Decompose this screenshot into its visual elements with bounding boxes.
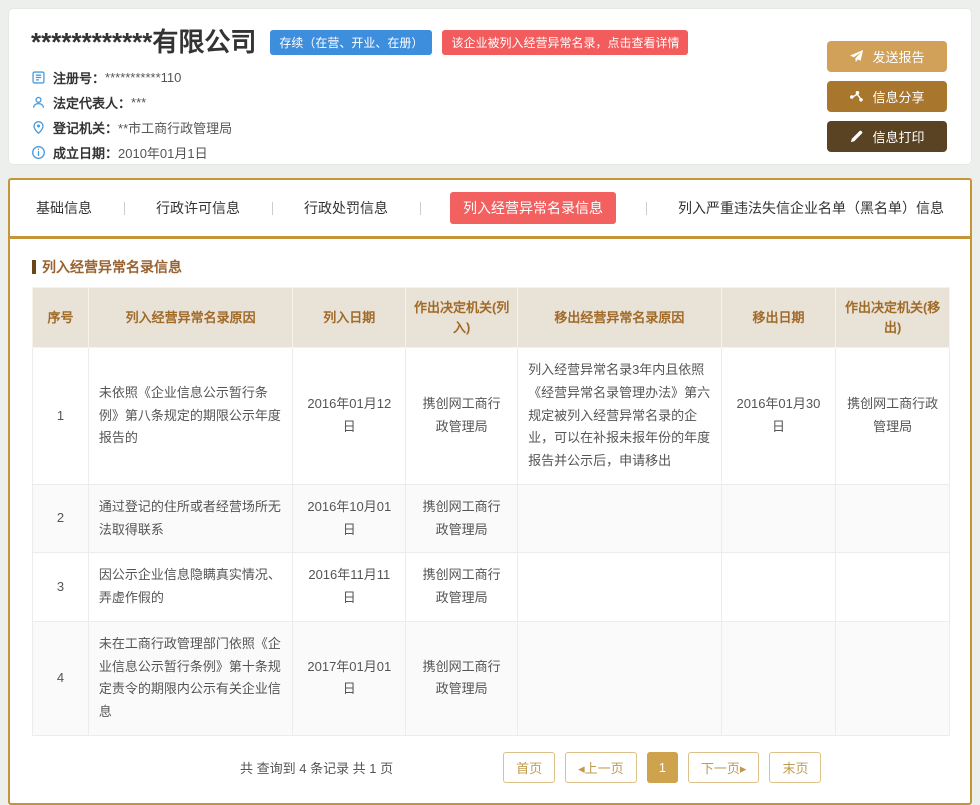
- info-label: 成立日期：: [53, 143, 118, 162]
- tab-bar: 基础信息 行政许可信息 行政处罚信息 列入经营异常名录信息 列入严重违法失信企业名单（黑…: [10, 180, 970, 239]
- table-cell: 未在工商行政管理部门依照《企业信息公示暂行条例》第十条规定责令的期限内公示有关企…: [88, 621, 293, 735]
- company-info-row: 注册号：***********110: [31, 65, 827, 90]
- table-cell: 携创网工商行政管理局: [406, 621, 518, 735]
- page-number-button[interactable]: 1: [647, 752, 678, 783]
- table-cell: 2016年10月01日: [293, 484, 406, 553]
- print-info-button[interactable]: 信息打印: [827, 121, 947, 152]
- table-row: 2通过登记的住所或者经营场所无法取得联系2016年10月01日携创网工商行政管理…: [33, 484, 950, 553]
- tab-0[interactable]: 基础信息: [34, 192, 94, 224]
- abnormal-warning-badge[interactable]: 该企业被列入经营异常名录，点击查看详情: [442, 30, 688, 55]
- status-badge: 存续（在营、开业、在册）: [270, 30, 432, 55]
- section-title-row: 列入经营异常名录信息: [32, 257, 948, 277]
- table-row: 4未在工商行政管理部门依照《企业信息公示暂行条例》第十条规定责令的期限内公示有关…: [33, 621, 950, 735]
- table-cell: [721, 621, 836, 735]
- table-header-cell: 作出决定机关(移出): [836, 288, 950, 348]
- tab-4[interactable]: 列入严重违法失信企业名单（黑名单）信息: [676, 192, 946, 224]
- table-header-cell: 序号: [33, 288, 89, 348]
- last-page-button[interactable]: 末页: [769, 752, 821, 783]
- table-cell: [721, 484, 836, 553]
- table-cell: 通过登记的住所或者经营场所无法取得联系: [88, 484, 293, 553]
- table-cell: [836, 553, 950, 622]
- info-label: 登记机关：: [53, 118, 118, 137]
- tab-3-active[interactable]: 列入经营异常名录信息: [450, 192, 616, 224]
- company-header-card: ************有限公司 存续（在营、开业、在册） 该企业被列入经营异常…: [8, 8, 972, 165]
- company-info-row: 法定代表人：***: [31, 90, 827, 115]
- prev-page-button[interactable]: ◂上一页: [565, 752, 637, 783]
- info-value: ***: [131, 95, 146, 110]
- tab-1[interactable]: 行政许可信息: [154, 192, 242, 224]
- section-title: 列入经营异常名录信息: [42, 257, 182, 277]
- info-value: **市工商行政管理局: [118, 118, 232, 137]
- table-header-cell: 移出日期: [721, 288, 836, 348]
- table-cell: [518, 621, 722, 735]
- table-cell: 携创网工商行政管理局: [836, 348, 950, 485]
- table-footer: 共 查询到 4 条记录 共 1 页 首页 ◂上一页 1 下一页▸ 末页: [10, 736, 970, 803]
- company-info-row: 成立日期：2010年01月1日: [31, 140, 827, 165]
- table-cell: [836, 484, 950, 553]
- tab-separator: [646, 202, 647, 215]
- table-header-cell: 移出经营异常名录原因: [518, 288, 722, 348]
- table-header-cell: 作出决定机关(列入): [406, 288, 518, 348]
- info-label: 法定代表人：: [53, 93, 131, 112]
- action-button-label: 发送报告: [872, 47, 924, 66]
- table-cell: 携创网工商行政管理局: [406, 348, 518, 485]
- table-header-row: 序号列入经营异常名录原因列入日期作出决定机关(列入)移出经营异常名录原因移出日期…: [33, 288, 950, 348]
- table-header-cell: 列入日期: [293, 288, 406, 348]
- table-cell: 携创网工商行政管理局: [406, 484, 518, 553]
- table-cell: [836, 621, 950, 735]
- info-label: 注册号：: [53, 68, 105, 87]
- company-info-list: 注册号：***********110法定代表人：***登记机关：**市工商行政管…: [31, 65, 827, 165]
- table-cell: 4: [33, 621, 89, 735]
- tab-2[interactable]: 行政处罚信息: [302, 192, 390, 224]
- tab-separator: [420, 202, 421, 215]
- send-report-button[interactable]: 发送报告: [827, 41, 947, 72]
- info-icon: [31, 145, 46, 160]
- share-icon: [849, 89, 864, 104]
- print-icon: [849, 129, 864, 144]
- table-cell: 2017年01月01日: [293, 621, 406, 735]
- record-summary: 共 查询到 4 条记录 共 1 页: [240, 758, 393, 777]
- table-body: 1未依照《企业信息公示暂行条例》第八条规定的期限公示年度报告的2016年01月1…: [33, 348, 950, 736]
- first-page-button[interactable]: 首页: [503, 752, 555, 783]
- table-cell: 2016年01月12日: [293, 348, 406, 485]
- table-cell: 2016年01月30日: [721, 348, 836, 485]
- table-cell: 2: [33, 484, 89, 553]
- person-icon: [31, 95, 46, 110]
- tab-separator: [272, 202, 273, 215]
- abnormal-records-table: 序号列入经营异常名录原因列入日期作出决定机关(列入)移出经营异常名录原因移出日期…: [32, 287, 950, 736]
- table-row: 3因公示企业信息隐瞒真实情况、弄虚作假的2016年11月11日携创网工商行政管理…: [33, 553, 950, 622]
- send-icon: [849, 49, 864, 64]
- action-button-label: 信息打印: [872, 127, 924, 146]
- company-info-row: 登记机关：**市工商行政管理局: [31, 115, 827, 140]
- company-name-row: ************有限公司 存续（在营、开业、在册） 该企业被列入经营异常…: [31, 29, 827, 55]
- table-cell: [518, 484, 722, 553]
- table-cell: 2016年11月11日: [293, 553, 406, 622]
- location-icon: [31, 120, 46, 135]
- action-button-label: 信息分享: [872, 87, 924, 106]
- next-page-button[interactable]: 下一页▸: [688, 752, 760, 783]
- table-cell: 1: [33, 348, 89, 485]
- company-info-block: ************有限公司 存续（在营、开业、在册） 该企业被列入经营异常…: [31, 29, 827, 148]
- share-info-button[interactable]: 信息分享: [827, 81, 947, 112]
- table-cell: 因公示企业信息隐瞒真实情况、弄虚作假的: [88, 553, 293, 622]
- table-cell: 3: [33, 553, 89, 622]
- table-cell: [721, 553, 836, 622]
- table-cell: 列入经营异常名录3年内且依照《经营异常名录管理办法》第六规定被列入经营异常名录的…: [518, 348, 722, 485]
- tab-separator: [124, 202, 125, 215]
- company-action-buttons: 发送报告信息分享信息打印: [827, 29, 949, 148]
- pagination: 首页 ◂上一页 1 下一页▸ 末页: [503, 752, 821, 783]
- registration-icon: [31, 70, 46, 85]
- company-name: ************有限公司: [31, 29, 256, 55]
- table-cell: 未依照《企业信息公示暂行条例》第八条规定的期限公示年度报告的: [88, 348, 293, 485]
- table-cell: 携创网工商行政管理局: [406, 553, 518, 622]
- table-header-cell: 列入经营异常名录原因: [88, 288, 293, 348]
- info-value: ***********110: [105, 70, 181, 85]
- info-value: 2010年01月1日: [118, 143, 208, 162]
- table-cell: [518, 553, 722, 622]
- table-row: 1未依照《企业信息公示暂行条例》第八条规定的期限公示年度报告的2016年01月1…: [33, 348, 950, 485]
- detail-section-card: 基础信息行政许可信息行政处罚信息列入经营异常名录信息列入严重违法失信企业名单（黑…: [8, 178, 972, 805]
- section-title-bar: [32, 260, 36, 274]
